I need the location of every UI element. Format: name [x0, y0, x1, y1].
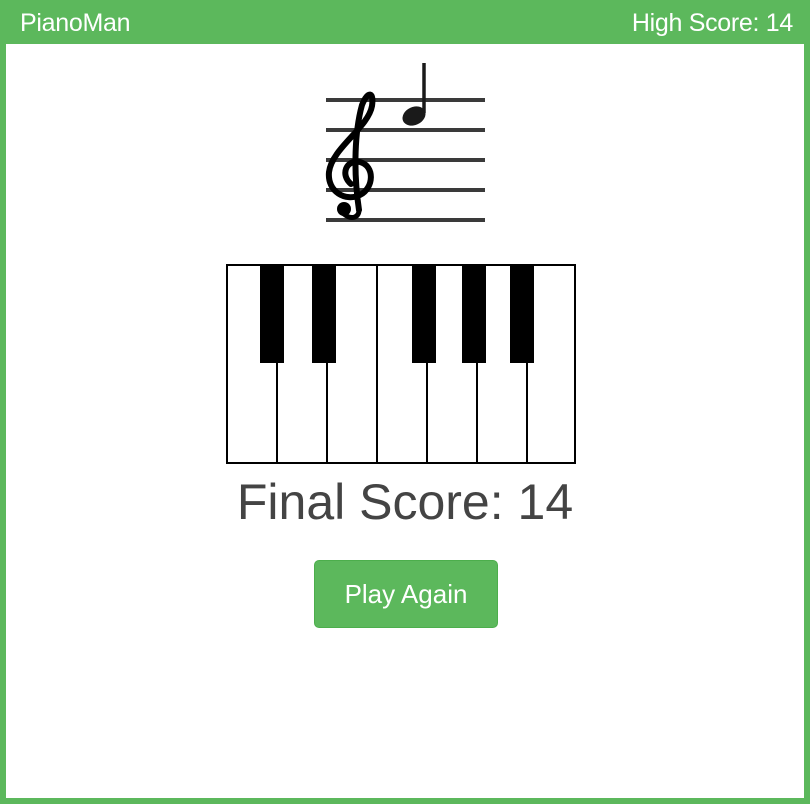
- piano-white-key[interactable]: [526, 264, 576, 464]
- app-title: PianoMan: [20, 9, 131, 37]
- piano-black-key[interactable]: [312, 265, 336, 363]
- top-bar: PianoMan High Score: 14: [0, 0, 810, 44]
- treble-clef-icon: [325, 91, 376, 220]
- piano-black-key[interactable]: [462, 265, 486, 363]
- piano-black-key[interactable]: [510, 265, 534, 363]
- play-again-button[interactable]: Play Again: [314, 560, 498, 628]
- piano-keyboard: [226, 264, 576, 464]
- piano-black-key[interactable]: [412, 265, 436, 363]
- music-staff: [325, 63, 485, 222]
- final-score: Final Score: 14: [236, 474, 574, 530]
- high-score: High Score: 14: [631, 9, 793, 37]
- quarter-note-icon: [402, 63, 426, 126]
- piano-black-key[interactable]: [260, 265, 284, 363]
